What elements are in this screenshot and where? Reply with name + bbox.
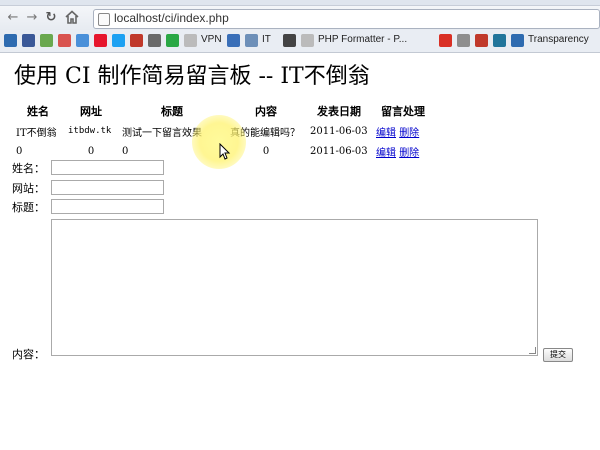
cell-name: IT不倒翁 [16, 127, 57, 139]
page-icon [98, 13, 110, 26]
title-label: 标题： [12, 201, 45, 214]
puzzle-icon[interactable] [40, 34, 53, 47]
cell-actions: 编辑 删除 [372, 141, 434, 161]
site-input[interactable] [51, 180, 164, 195]
cell-content: 真的能编辑吗？ [230, 127, 300, 139]
address-bar[interactable]: localhost/ci/index.php [93, 9, 600, 29]
flag-icon[interactable] [166, 34, 179, 47]
reload-icon[interactable]: ↻ [43, 10, 59, 26]
cell-url: itbdw.tk [68, 126, 112, 136]
page-content: 使用 CI 制作简易留言板 -- IT不倒翁 姓名 网址 标题 内容 发表日期 … [0, 53, 600, 450]
grid-icon[interactable] [227, 34, 240, 47]
column-header-content: 内容 [255, 105, 277, 118]
column-header-actions: 留言处理 [381, 105, 425, 118]
cell-date: 2011-06-03 [310, 145, 368, 157]
w-icon[interactable] [475, 34, 488, 47]
box-icon[interactable] [457, 34, 470, 47]
column-header-title: 标题 [161, 105, 183, 118]
navigation-bar: ← → ↻ localhost/ci/index.php [0, 6, 600, 30]
message-table: 姓名 网址 标题 内容 发表日期 留言处理 IT不倒翁 itbdw.tk 测试一… [12, 101, 434, 161]
submit-button[interactable]: 提交 [543, 348, 573, 362]
cloud-icon[interactable] [76, 34, 89, 47]
terminal-icon[interactable] [283, 34, 296, 47]
it-icon[interactable] [245, 34, 258, 47]
edit-link[interactable]: 编辑 [376, 148, 396, 159]
globe-icon[interactable] [4, 34, 17, 47]
site-label: 网站： [12, 182, 45, 195]
page-icon[interactable] [301, 34, 314, 47]
cell-date: 2011-06-03 [310, 125, 368, 137]
red-circle-icon[interactable] [130, 34, 143, 47]
wordpress-icon[interactable] [493, 34, 506, 47]
forward-icon[interactable]: → [24, 10, 40, 26]
page-icon[interactable] [184, 34, 197, 47]
content-label: 内容： [12, 348, 45, 361]
page-title: 使用 CI 制作简易留言板 -- IT不倒翁 [14, 64, 370, 89]
table-row: IT不倒翁 itbdw.tk 测试一下留言效果 真的能编辑吗？ 2011-06-… [12, 121, 434, 141]
bookmarks-bar: VPN IT PHP Formatter - P... Transparency [0, 30, 600, 53]
globe-icon[interactable] [511, 34, 524, 47]
cell-actions: 编辑 删除 [372, 121, 434, 141]
title-input[interactable] [51, 199, 164, 214]
cell-name: 0 [16, 145, 23, 157]
photo-icon[interactable] [22, 34, 35, 47]
column-header-name: 姓名 [27, 105, 49, 118]
edit-link[interactable]: 编辑 [376, 128, 396, 139]
gmail-icon[interactable] [439, 34, 452, 47]
name-label: 姓名： [12, 162, 45, 175]
content-textarea[interactable] [51, 219, 538, 356]
table-header-row: 姓名 网址 标题 内容 发表日期 留言处理 [12, 101, 434, 121]
bookmark-icon[interactable] [58, 34, 71, 47]
table-row: 0 0 0 0 2011-06-03 编辑 删除 [12, 141, 434, 161]
cell-title: 测试一下留言效果 [122, 127, 202, 139]
home-icon[interactable] [64, 10, 80, 26]
bookmark-label[interactable]: PHP Formatter - P... [318, 34, 407, 45]
bookmark-label[interactable]: VPN [201, 34, 222, 45]
cell-url: 0 [87, 145, 95, 157]
column-header-date: 发表日期 [317, 105, 361, 118]
resize-handle-icon[interactable] [529, 347, 536, 354]
bird-icon[interactable] [112, 34, 125, 47]
bookmark-label[interactable]: Transparency [528, 34, 589, 45]
name-input[interactable] [51, 160, 164, 175]
column-header-url: 网址 [80, 105, 102, 118]
weibo-icon[interactable] [94, 34, 107, 47]
delete-link[interactable]: 删除 [399, 148, 419, 159]
cell-content: 0 [262, 145, 270, 157]
bookmark-label[interactable]: IT [262, 34, 271, 45]
address-text[interactable]: localhost/ci/index.php [114, 11, 229, 25]
camera-icon[interactable] [148, 34, 161, 47]
cell-title: 0 [122, 145, 129, 157]
back-icon[interactable]: ← [5, 10, 21, 26]
delete-link[interactable]: 删除 [399, 128, 419, 139]
